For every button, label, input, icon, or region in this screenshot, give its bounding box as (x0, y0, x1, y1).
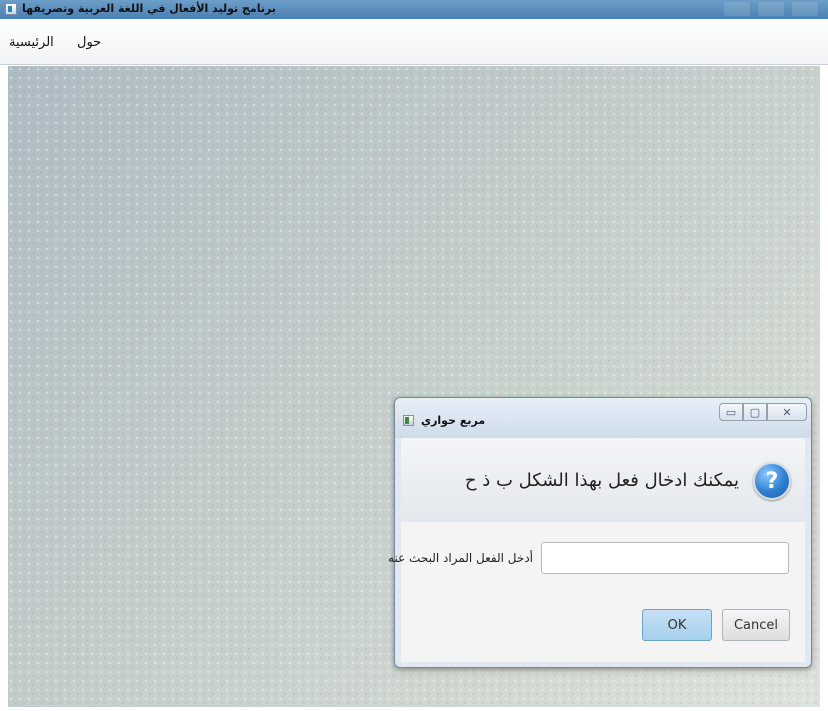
dialog-message: يمكنك ادخال فعل بهذا الشكل ب ذ ح (464, 470, 739, 491)
dialog-minimize-button[interactable]: ▭ (719, 403, 743, 421)
window-frame-bottom (0, 707, 828, 711)
window-frame-right (820, 65, 828, 711)
ok-button[interactable]: OK (642, 609, 712, 641)
close-button[interactable] (792, 2, 818, 16)
menu-bar: الرئيسية حول (0, 19, 828, 65)
question-icon: ? (753, 462, 791, 500)
dialog-body: أدخل الفعل المراد البحث عنه OK Cancel (388, 522, 805, 662)
menu-item-about[interactable]: حول (77, 35, 101, 50)
menu-item-home[interactable]: الرئيسية (9, 35, 54, 50)
dialog-app-icon (403, 415, 414, 426)
input-dialog: مربع حواري ▭ ▢ ✕ يمكنك ادخال فعل بهذا ال… (388, 397, 812, 668)
dialog-maximize-button[interactable]: ▢ (743, 403, 767, 421)
verb-input[interactable] (541, 542, 789, 574)
main-title-bar[interactable]: برنامج توليد الأفعال في اللغة العربية وت… (0, 0, 828, 19)
cancel-button[interactable]: Cancel (722, 609, 790, 641)
dialog-title: مربع حواري (421, 414, 486, 427)
verb-input-label: أدخل الفعل المراد البحث عنه (388, 551, 533, 565)
dialog-window-controls: ▭ ▢ ✕ (719, 403, 807, 421)
dialog-title-bar[interactable]: مربع حواري ▭ ▢ ✕ (395, 398, 811, 438)
dialog-message-area: يمكنك ادخال فعل بهذا الشكل ب ذ ح ? (401, 438, 805, 523)
window-controls (724, 2, 818, 16)
window-frame-left (0, 65, 8, 711)
maximize-button[interactable] (758, 2, 784, 16)
minimize-button[interactable] (724, 2, 750, 16)
app-icon (5, 3, 17, 15)
dialog-close-button[interactable]: ✕ (767, 403, 807, 421)
window-title: برنامج توليد الأفعال في اللغة العربية وت… (22, 2, 276, 15)
